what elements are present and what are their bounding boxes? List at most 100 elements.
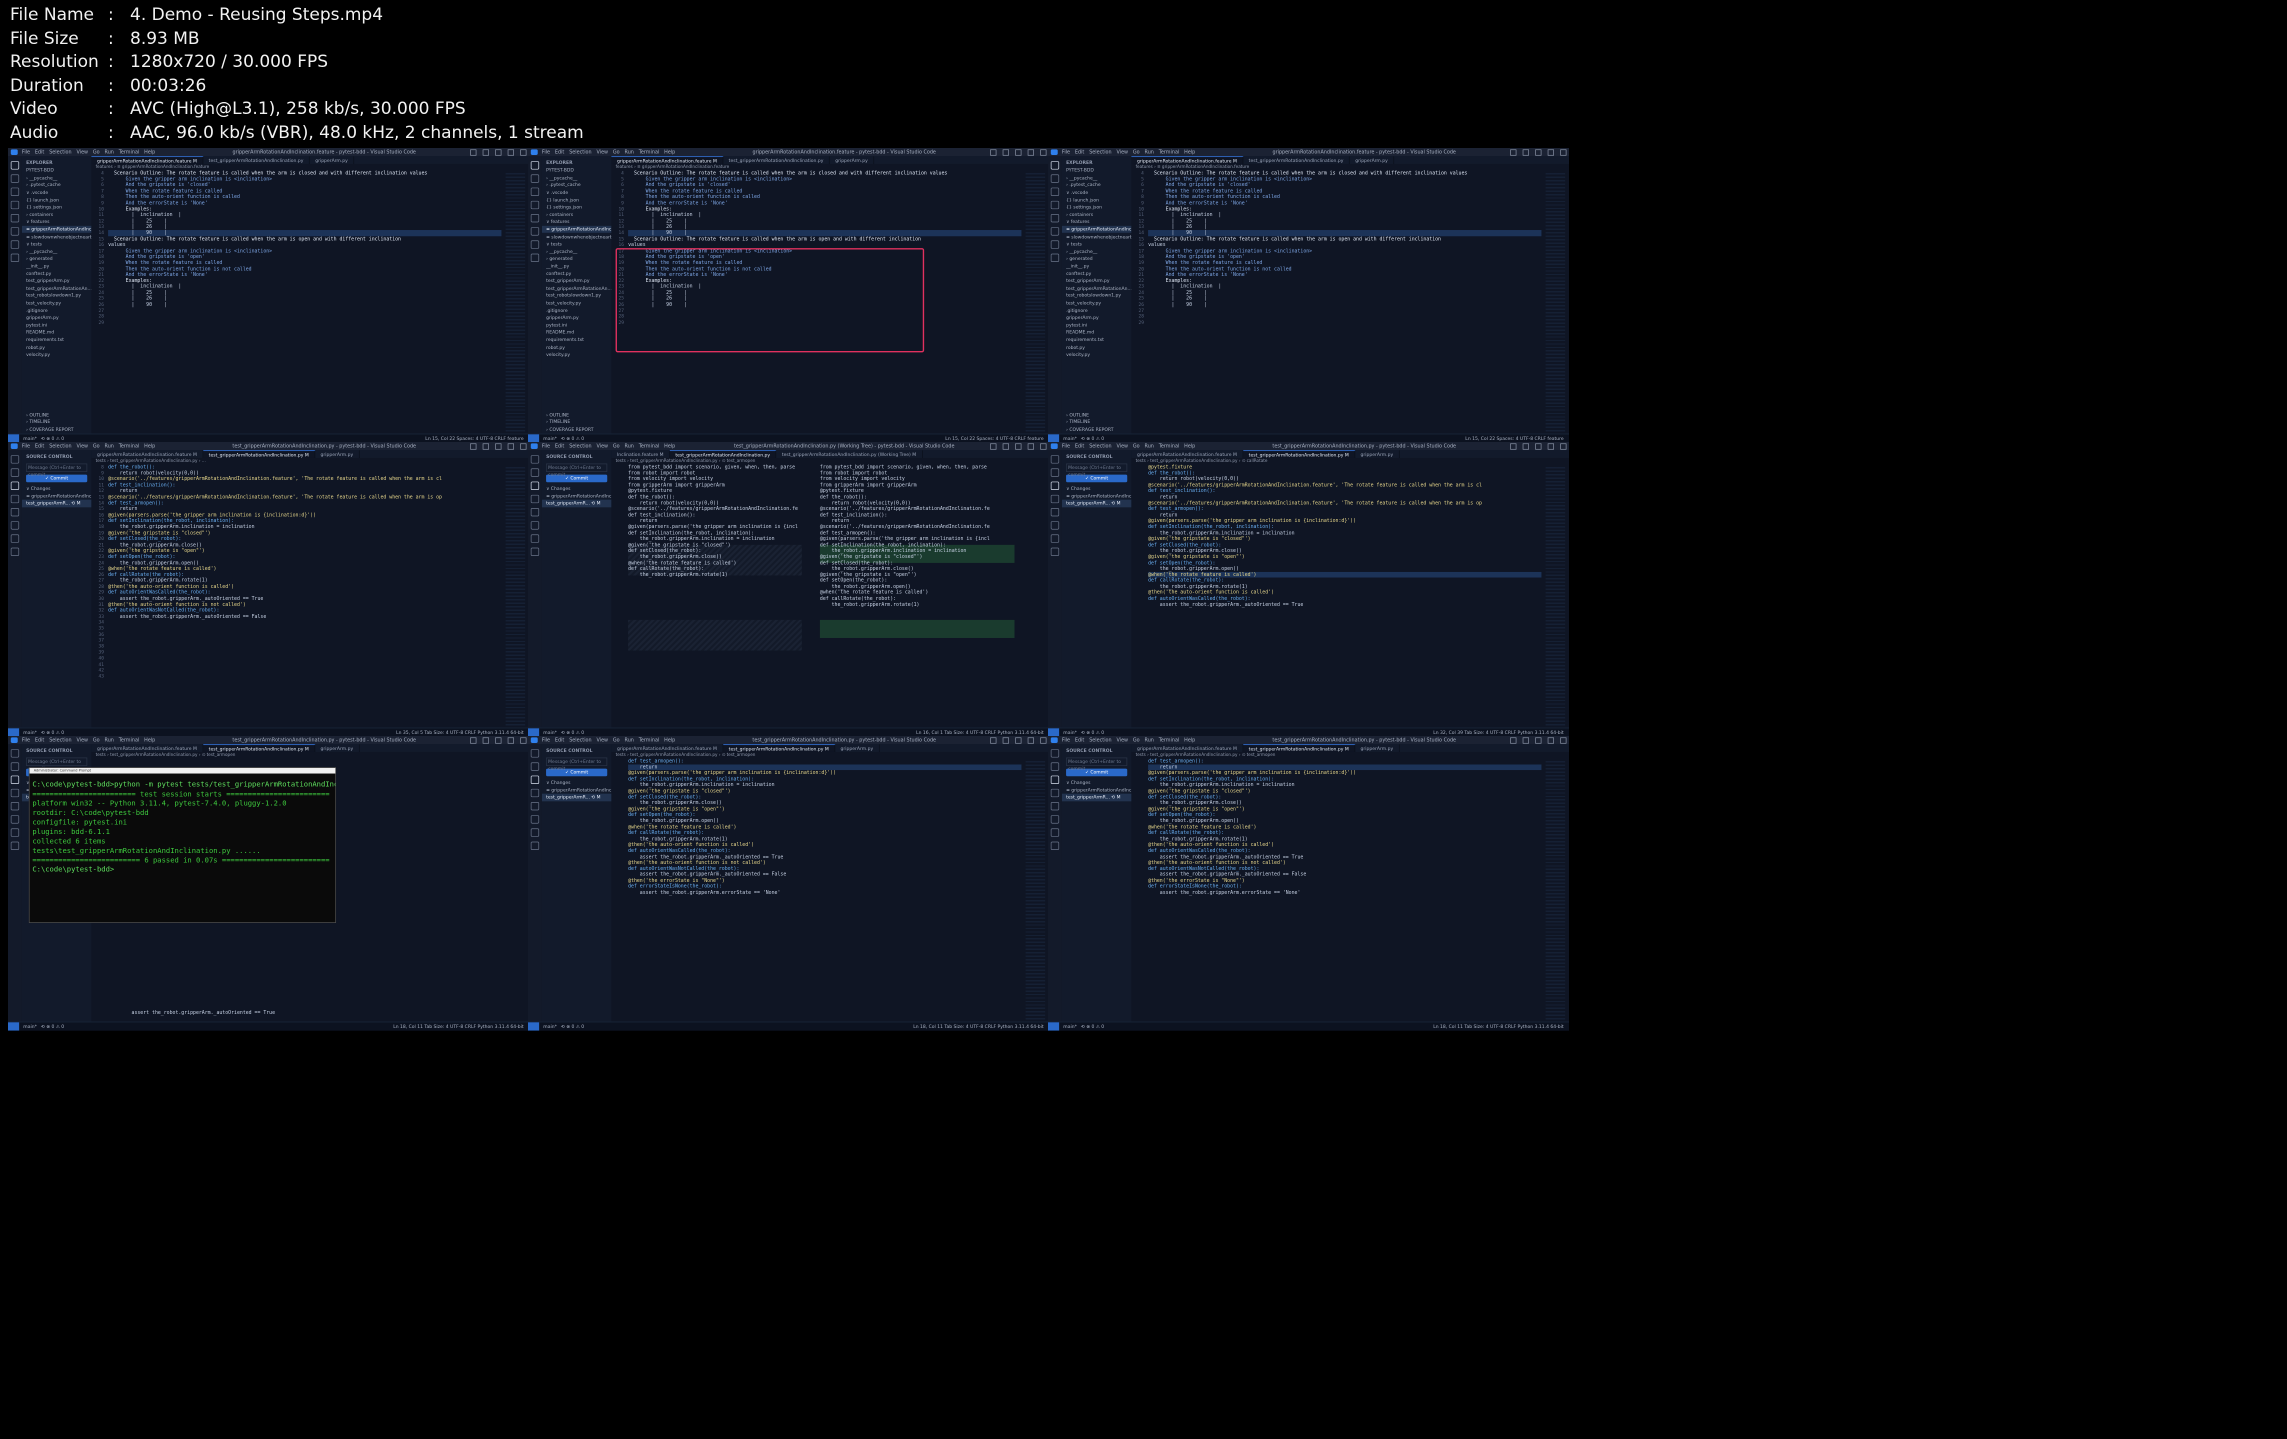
changed-file[interactable]: ≡ gripperArmRotationAndIncli... M <box>22 492 91 499</box>
explorer-item[interactable]: {} settings.json <box>1062 204 1132 211</box>
menu-item-edit[interactable]: Edit <box>555 149 564 155</box>
explorer-item[interactable]: › __pycache__ <box>22 248 92 255</box>
explorer-item[interactable]: pytest.ini <box>22 321 92 328</box>
search-icon[interactable] <box>10 468 20 477</box>
changed-file[interactable]: test_gripperArmR... ⟲ M <box>1061 499 1132 508</box>
explorer-item[interactable]: test_robotslowdown1.py <box>542 292 612 299</box>
menu-item-edit[interactable]: Edit <box>1075 737 1084 743</box>
explorer-icon[interactable] <box>530 161 540 170</box>
menu-item-run[interactable]: Run <box>1145 149 1154 155</box>
layout-icon[interactable] <box>470 737 477 744</box>
maximize-icon[interactable] <box>1547 737 1554 744</box>
menu-item-go[interactable]: Go <box>1133 443 1140 449</box>
problems-indicator[interactable]: ⟲ ⊗ 0 ⚠ 0 <box>561 730 584 736</box>
changes-header[interactable]: ∨ Changes <box>22 485 92 492</box>
menu-item-go[interactable]: Go <box>93 149 100 155</box>
explorer-item[interactable]: test_velocity.py <box>1062 299 1132 306</box>
close-icon[interactable] <box>1560 737 1567 744</box>
remote-indicator[interactable] <box>8 1022 20 1031</box>
extensions-icon[interactable] <box>530 214 540 223</box>
editor-tab[interactable]: gripperArmRotationAndInclination.feature… <box>91 156 204 164</box>
menu-item-terminal[interactable]: Terminal <box>639 149 660 155</box>
source-control-icon[interactable] <box>530 481 540 490</box>
editor-tab[interactable]: test_gripperArmRotationAndInclination.py… <box>203 450 315 458</box>
explorer-item[interactable]: ∨ tests <box>542 240 612 247</box>
menu-item-edit[interactable]: Edit <box>555 443 564 449</box>
run-debug-icon[interactable] <box>530 200 540 210</box>
explorer-item[interactable]: conftest.py <box>1062 270 1132 277</box>
side-bar-section[interactable]: › OUTLINE <box>22 411 92 418</box>
git-branch[interactable]: main* <box>543 730 557 736</box>
menu-item-terminal[interactable]: Terminal <box>1159 737 1180 743</box>
explorer-item[interactable]: velocity.py <box>542 351 612 358</box>
menu-item-go[interactable]: Go <box>613 737 620 743</box>
explorer-item[interactable]: {} launch.json <box>542 196 612 203</box>
explorer-item[interactable]: › .pytest_cache <box>22 181 92 188</box>
menu-item-help[interactable]: Help <box>1184 443 1195 449</box>
menu-item-help[interactable]: Help <box>1184 737 1195 743</box>
problems-indicator[interactable]: ⟲ ⊗ 0 ⚠ 0 <box>1081 436 1104 442</box>
explorer-item[interactable]: ≡ gripperArmRotationAndIncli... M <box>1061 225 1132 234</box>
menu-item-go[interactable]: Go <box>613 149 620 155</box>
side-bar-section[interactable]: › OUTLINE <box>1062 411 1132 418</box>
editor-tab[interactable]: test_gripperArmRotationAndInclination.py… <box>1243 450 1355 458</box>
editor-tab[interactable]: gripperArmRotationAndInclination.feature… <box>611 156 724 164</box>
layout-icon[interactable] <box>1510 149 1517 156</box>
explorer-item[interactable]: › __pycache__ <box>542 248 612 255</box>
testing-icon[interactable] <box>10 815 20 824</box>
minimize-icon[interactable] <box>1535 443 1542 450</box>
remote-icon[interactable] <box>10 828 20 837</box>
menu-item-run[interactable]: Run <box>625 443 634 449</box>
menu-item-terminal[interactable]: Terminal <box>1159 149 1180 155</box>
docker-icon[interactable] <box>10 547 20 556</box>
explorer-item[interactable]: requirements.txt <box>1062 336 1132 343</box>
layout-icon[interactable] <box>1522 737 1529 744</box>
menu-item-selection[interactable]: Selection <box>1089 443 1111 449</box>
maximize-icon[interactable] <box>1547 443 1554 450</box>
menu-item-help[interactable]: Help <box>144 149 155 155</box>
minimize-icon[interactable] <box>1535 737 1542 744</box>
menu-item-file[interactable]: File <box>542 149 550 155</box>
search-icon[interactable] <box>10 174 20 183</box>
git-branch[interactable]: main* <box>23 730 37 736</box>
run-debug-icon[interactable] <box>10 788 20 798</box>
close-icon[interactable] <box>1040 737 1047 744</box>
editor-tab[interactable]: gripperArmRotationAndInclination.feature… <box>1131 450 1244 458</box>
problems-indicator[interactable]: ⟲ ⊗ 0 ⚠ 0 <box>561 436 584 442</box>
menu-item-view[interactable]: View <box>1116 149 1128 155</box>
editor-tab[interactable]: test_gripperArmRotationAndInclination.py <box>203 156 310 164</box>
explorer-item[interactable]: velocity.py <box>22 351 92 358</box>
minimize-icon[interactable] <box>1015 149 1022 156</box>
changed-file[interactable]: test_gripperArmR... ⟲ M <box>541 793 612 802</box>
layout-icon[interactable] <box>482 737 489 744</box>
menu-item-view[interactable]: View <box>596 149 608 155</box>
menu-item-terminal[interactable]: Terminal <box>1159 443 1180 449</box>
explorer-item[interactable]: › containers <box>1062 211 1132 218</box>
menu-item-run[interactable]: Run <box>105 443 114 449</box>
remote-icon[interactable] <box>10 240 20 249</box>
editor-tab[interactable]: gripperArmRotationAndInclination.feature… <box>91 450 204 458</box>
menu-item-file[interactable]: File <box>22 737 30 743</box>
editor-tab[interactable]: gripperArm.py <box>315 744 360 752</box>
explorer-item[interactable]: pytest.ini <box>542 321 612 328</box>
editor-tab[interactable]: gripperArm.py <box>830 156 875 164</box>
explorer-icon[interactable] <box>1050 455 1060 464</box>
layout-icon[interactable] <box>1522 443 1529 450</box>
editor-tab[interactable]: Inclination.feature M <box>611 450 670 458</box>
explorer-item[interactable]: test_velocity.py <box>22 299 92 306</box>
explorer-item[interactable]: › __pycache__ <box>542 174 612 181</box>
editor-tab[interactable]: test_gripperArmRotationAndInclination.py <box>669 450 777 458</box>
explorer-item[interactable]: test_robotslowdown1.py <box>22 292 92 299</box>
explorer-icon[interactable] <box>10 455 20 464</box>
menu-item-file[interactable]: File <box>542 737 550 743</box>
explorer-item[interactable]: test_gripperArm.py <box>22 277 92 284</box>
menu-item-file[interactable]: File <box>542 443 550 449</box>
explorer-item[interactable]: .gitignore <box>22 307 92 314</box>
explorer-item[interactable]: README.md <box>542 329 612 336</box>
minimize-icon[interactable] <box>1015 737 1022 744</box>
explorer-item[interactable]: ≡ gripperArmRotationAndIncli... M <box>541 225 612 234</box>
explorer-item[interactable]: test_gripperArmRotationAn... M <box>1062 285 1131 292</box>
menu-item-view[interactable]: View <box>1116 737 1128 743</box>
explorer-item[interactable]: ∨ .vscode <box>1062 189 1132 196</box>
menu-item-go[interactable]: Go <box>613 443 620 449</box>
